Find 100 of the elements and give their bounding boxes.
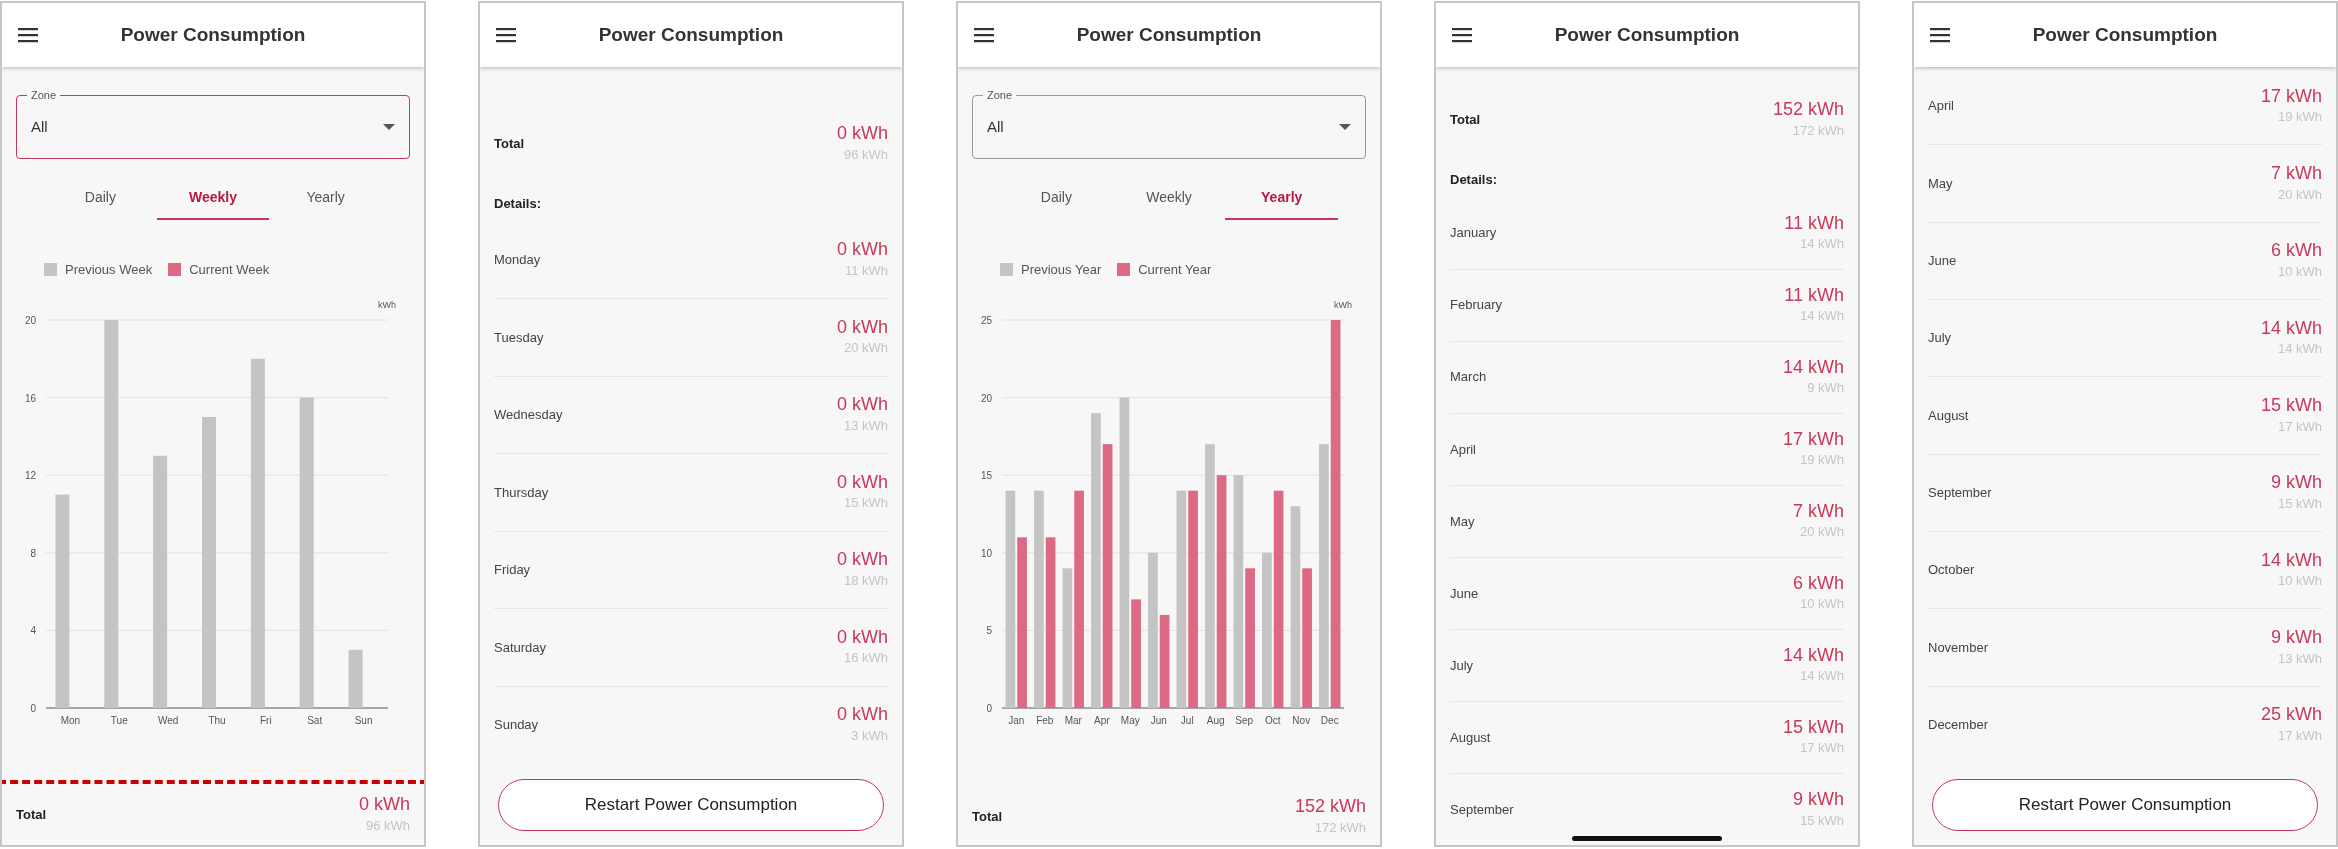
restart-button[interactable]: Restart Power Consumption [498, 779, 884, 831]
menu-icon[interactable] [18, 27, 38, 43]
axis-label: Aug [1206, 714, 1225, 726]
tick-label: 5 [986, 624, 992, 636]
legend-label: Current Week [189, 261, 270, 279]
tick-label: 15 [980, 469, 992, 481]
period-label: August [1928, 406, 1969, 425]
screen-title: Power Consumption [120, 23, 306, 45]
current-value: 14 kWh [2260, 549, 2322, 572]
current-value: 152 kWh [1294, 795, 1366, 818]
period-tab[interactable]: Weekly [1112, 175, 1226, 220]
current-value: 152 kWh [1772, 99, 1844, 121]
axis-label: Jul [1180, 714, 1194, 726]
current-value: 0 kWh [837, 239, 888, 261]
axis-label: Mar [1064, 714, 1082, 726]
legend-swatch [168, 263, 182, 277]
current-value: 0 kWh [837, 626, 888, 649]
period-label: July [1928, 329, 1952, 348]
legend-swatch [1117, 263, 1131, 277]
restart-button[interactable]: Restart Power Consumption [1932, 779, 2318, 831]
tick-label: 0 [30, 702, 36, 714]
axis-label: Jan [1008, 714, 1025, 726]
current-value: 9 kWh [2271, 472, 2322, 494]
period-tab[interactable]: Yearly [269, 175, 382, 220]
axis-label: Fri [260, 714, 272, 726]
total-label: Total [972, 807, 1003, 826]
current-value: 7 kWh [2271, 162, 2322, 185]
current-value: 0 kWh [359, 793, 410, 816]
period-tab[interactable]: Yearly [1225, 175, 1338, 220]
current-value: 9 kWh [1793, 788, 1844, 811]
period-tab[interactable]: Weekly [156, 175, 270, 220]
axis-label: Dec [1320, 714, 1339, 726]
period-label: February [1450, 296, 1503, 315]
period-label: Sunday [494, 716, 539, 734]
section-heading: Details: [1450, 171, 1498, 190]
axis-unit: kWh [1334, 299, 1352, 310]
period-label: Friday [494, 561, 531, 579]
total-label: Total [16, 805, 47, 824]
current-value: 7 kWh [1793, 500, 1844, 523]
period-label: Wednesday [494, 406, 563, 425]
axis-label: Mon [60, 714, 81, 726]
menu-icon[interactable] [496, 27, 516, 43]
period-tab[interactable]: Daily [44, 175, 157, 220]
axis-label: Feb [1036, 714, 1054, 726]
period-label: May [1928, 174, 1953, 193]
period-label: March [1450, 368, 1487, 387]
current-value: 0 kWh [837, 123, 888, 145]
current-value: 0 kWh [837, 471, 888, 494]
current-value: 15 kWh [2260, 394, 2322, 417]
period-label: July [1450, 656, 1474, 675]
period-tab[interactable]: Daily [1000, 175, 1113, 220]
current-value: 0 kWh [837, 316, 888, 339]
period-label: June [1928, 252, 1957, 271]
tick-label: 0 [986, 702, 992, 714]
current-value: 25 kWh [2260, 704, 2322, 726]
legend-label: Current Year [1138, 261, 1212, 279]
period-label: September [1450, 800, 1514, 819]
legend-swatch [44, 263, 57, 277]
tick-label: 20 [980, 392, 992, 404]
axis-label: Thu [208, 714, 226, 726]
current-value: 6 kWh [1793, 572, 1844, 595]
axis-label: Sat [307, 714, 323, 726]
caret-icon [383, 124, 395, 130]
current-value: 11 kWh [1784, 212, 1844, 235]
legend-label: Previous Week [65, 261, 153, 279]
screen-title: Power Consumption [598, 23, 784, 45]
legend-label: Previous Year [1021, 261, 1102, 279]
period-label: Saturday [494, 638, 547, 657]
period-label: Thursday [494, 483, 549, 502]
tick-label: 25 [980, 314, 992, 326]
current-value: 0 kWh [837, 394, 888, 416]
period-label: December [1928, 716, 1988, 735]
current-value: 17 kWh [1782, 428, 1844, 451]
period-label: May [1450, 512, 1475, 531]
axis-label: May [1120, 714, 1140, 726]
axis-label: Apr [1093, 714, 1110, 726]
current-value: 6 kWh [2271, 240, 2322, 262]
screen-title: Power Consumption [1076, 23, 1262, 45]
current-value: 14 kWh [1782, 644, 1844, 667]
tick-label: 8 [30, 547, 36, 559]
period-label: August [1450, 728, 1491, 747]
menu-icon[interactable] [1930, 27, 1950, 43]
bar [348, 649, 363, 708]
axis-label: Tue [110, 714, 128, 726]
tick-label: 16 [24, 392, 36, 404]
current-value: 0 kWh [837, 704, 888, 726]
menu-icon[interactable] [1452, 27, 1472, 43]
period-label: January [1450, 224, 1497, 243]
tick-label: 12 [24, 469, 36, 481]
period-label: Tuesday [494, 328, 544, 347]
period-label: Monday [494, 251, 541, 270]
caret-icon [1339, 124, 1351, 130]
menu-icon[interactable] [974, 27, 994, 43]
period-label: September [1928, 484, 1992, 503]
period-label: April [1450, 440, 1476, 459]
current-value: 17 kWh [2260, 85, 2322, 108]
period-label: November [1928, 638, 1988, 657]
period-label: June [1450, 584, 1479, 603]
axis-label: Jun [1150, 714, 1167, 726]
total-label: Total [1450, 110, 1481, 129]
